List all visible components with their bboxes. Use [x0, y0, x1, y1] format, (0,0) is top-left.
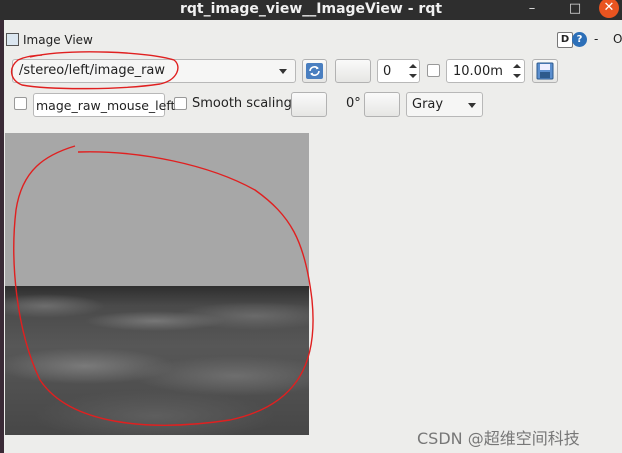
- zoom-button[interactable]: [335, 59, 371, 83]
- dock-d-button[interactable]: D: [557, 32, 573, 48]
- chevron-down-icon: [279, 69, 287, 74]
- image-sky: [5, 133, 309, 286]
- image-ground: [5, 286, 309, 435]
- maximize-window-button[interactable]: □: [561, 0, 589, 20]
- rotation-label: 0°: [346, 96, 361, 111]
- max-range-field[interactable]: 10.00m: [446, 59, 525, 83]
- mouse-topic-field[interactable]: mage_raw_mouse_left: [33, 93, 175, 117]
- smooth-scaling-checkbox[interactable]: [174, 97, 187, 110]
- watermark: CSDN @超维空间科技: [417, 429, 580, 448]
- spin-up-icon[interactable]: [409, 64, 417, 68]
- help-icon[interactable]: ?: [572, 32, 587, 47]
- image-view-icon: [6, 33, 19, 46]
- spin-down-icon[interactable]: [409, 74, 417, 78]
- mouse-topic-value: mage_raw_mouse_left: [36, 98, 176, 113]
- rotate-left-button[interactable]: [291, 92, 327, 117]
- dynamic-range-checkbox[interactable]: [427, 64, 440, 77]
- max-range-value: 10.00m: [453, 64, 503, 79]
- range-down-icon[interactable]: [513, 74, 521, 78]
- spin-box[interactable]: 0: [377, 59, 420, 83]
- window-titlebar: rqt_image_view__ImageView - rqt – □ ✕: [0, 0, 622, 20]
- dock-minimize-button[interactable]: -: [594, 32, 598, 46]
- chevron-down-icon: [468, 103, 476, 108]
- mouse-publish-checkbox[interactable]: [14, 97, 27, 110]
- minimize-window-button[interactable]: –: [518, 0, 546, 20]
- save-icon: [536, 62, 554, 80]
- dock-header: Image View D ? - O: [4, 30, 622, 50]
- refresh-icon: [306, 63, 323, 79]
- color-scheme-value: Gray: [412, 97, 444, 112]
- smooth-scaling-label: Smooth scaling: [192, 96, 292, 111]
- rotate-right-button[interactable]: [364, 92, 400, 117]
- refresh-topics-button[interactable]: [302, 59, 327, 83]
- dock-title: Image View: [23, 33, 93, 47]
- range-up-icon[interactable]: [513, 64, 521, 68]
- topic-value: /stereo/left/image_raw: [19, 63, 166, 78]
- dock-close-button[interactable]: O: [613, 32, 622, 46]
- save-image-button[interactable]: [532, 59, 558, 83]
- topic-combobox[interactable]: /stereo/left/image_raw: [12, 59, 296, 83]
- camera-image[interactable]: [5, 133, 309, 435]
- color-scheme-combobox[interactable]: Gray: [406, 92, 483, 117]
- spin-value: 0: [383, 64, 392, 79]
